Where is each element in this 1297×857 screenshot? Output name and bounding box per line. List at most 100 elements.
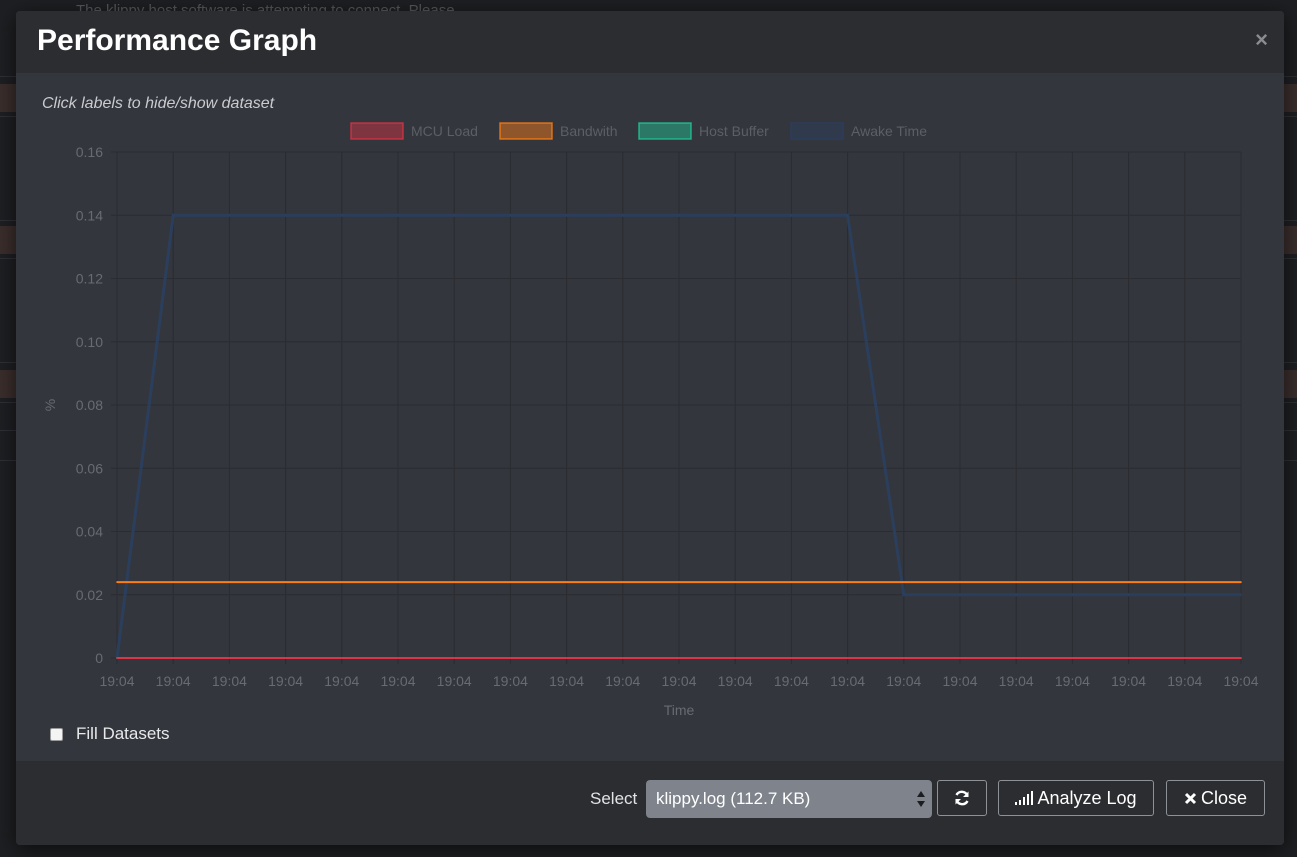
y-tick-label: 0.12	[76, 271, 103, 287]
data-point	[1240, 581, 1242, 583]
fill-datasets-toggle[interactable]: Fill Datasets	[50, 724, 170, 744]
x-tick-label: 19:04	[156, 673, 191, 689]
legend-label: Awake Time	[851, 123, 927, 139]
data-point	[734, 657, 736, 659]
data-point	[453, 214, 456, 217]
data-point	[1240, 593, 1242, 596]
data-point	[622, 657, 624, 659]
y-tick-label: 0.04	[76, 524, 103, 540]
data-point	[565, 214, 568, 217]
data-point	[678, 657, 680, 659]
data-point	[172, 214, 174, 217]
data-point	[678, 214, 680, 217]
x-tick-label: 19:04	[718, 673, 753, 689]
x-tick-label: 19:04	[549, 673, 584, 689]
y-tick-label: 0.16	[76, 144, 103, 160]
refresh-icon	[955, 790, 969, 806]
data-point	[565, 581, 568, 583]
data-point	[228, 214, 231, 217]
data-point	[341, 581, 343, 583]
x-tick-label: 19:04	[212, 673, 247, 689]
data-point	[397, 214, 399, 217]
data-point	[903, 657, 905, 659]
data-point	[1127, 657, 1130, 659]
data-point	[959, 581, 961, 583]
legend-swatch	[350, 122, 404, 140]
legend-swatch	[790, 122, 844, 140]
x-tick-label: 19:04	[437, 673, 472, 689]
data-point	[846, 214, 849, 217]
data-point	[846, 657, 849, 659]
x-tick-label: 19:04	[605, 673, 640, 689]
data-point	[903, 581, 905, 583]
close-button[interactable]: Close	[1166, 780, 1265, 816]
x-tick-label: 19:04	[268, 673, 303, 689]
x-tick-label: 19:04	[830, 673, 865, 689]
data-point	[397, 581, 399, 583]
data-point	[1184, 593, 1186, 596]
legend-label: Host Buffer	[699, 123, 769, 139]
x-tick-label: 19:04	[886, 673, 921, 689]
data-point	[1015, 657, 1017, 659]
legend-label: MCU Load	[411, 123, 478, 139]
data-point	[622, 581, 624, 583]
fill-datasets-checkbox[interactable]	[50, 727, 63, 741]
x-tick-label: 19:04	[942, 673, 977, 689]
data-point	[678, 581, 680, 583]
data-point	[509, 657, 512, 659]
log-select-label: Select	[590, 789, 638, 808]
x-tick-label: 19:04	[1111, 673, 1146, 689]
data-point	[734, 214, 736, 217]
x-tick-label: 19:04	[661, 673, 696, 689]
x-tick-label: 19:04	[774, 673, 809, 689]
data-point	[1184, 657, 1186, 659]
data-point	[509, 214, 512, 217]
data-point	[341, 657, 343, 659]
x-axis-title: Time	[664, 702, 695, 718]
select-arrows-icon	[917, 791, 925, 807]
legend-label: Bandwith	[560, 123, 618, 139]
data-point	[734, 581, 736, 583]
analyze-log-button[interactable]: Analyze Log	[998, 780, 1154, 816]
x-tick-label: 19:04	[99, 673, 134, 689]
close-button-label: Close	[1200, 787, 1248, 808]
y-tick-label: 0.06	[76, 460, 103, 476]
data-point	[1071, 657, 1074, 659]
x-tick-label: 19:04	[1167, 673, 1202, 689]
data-point	[453, 657, 456, 659]
data-point	[1015, 581, 1017, 583]
x-tick-label: 19:04	[999, 673, 1034, 689]
data-point	[622, 214, 624, 217]
x-tick-label: 19:04	[493, 673, 528, 689]
data-point	[1240, 657, 1242, 659]
y-axis-title: %	[42, 399, 58, 411]
modal-title: Performance Graph	[37, 24, 318, 57]
data-point	[790, 581, 793, 583]
data-point	[284, 214, 287, 217]
signal-bars-icon	[1015, 791, 1034, 805]
data-point	[959, 593, 961, 596]
data-point	[1071, 593, 1074, 596]
data-point	[116, 581, 118, 583]
refresh-button[interactable]	[937, 780, 987, 816]
data-point	[1127, 581, 1130, 583]
modal-header: Performance Graph ×	[16, 11, 1284, 73]
data-point	[284, 581, 287, 583]
data-point	[1071, 581, 1074, 583]
data-point	[790, 214, 793, 217]
legend-swatch	[499, 122, 553, 140]
y-tick-label: 0.14	[76, 207, 103, 223]
modal-footer: Select klippy.log (112.7 KB) Analyze Log…	[16, 761, 1284, 845]
log-file-select-value: klippy.log (112.7 KB)	[656, 789, 811, 808]
analyze-log-label: Analyze Log	[1037, 787, 1137, 808]
close-icon[interactable]: ×	[1255, 27, 1268, 53]
data-point	[228, 657, 231, 659]
x-tick-label: 19:04	[1055, 673, 1090, 689]
performance-chart: 0.16 0.14 0.12 0.10 0.08 0.06 0.04 0.02 0 19:04 19…	[42, 122, 1259, 718]
data-point	[453, 581, 456, 583]
data-point	[116, 657, 118, 659]
x-tick-label: 19:04	[380, 673, 415, 689]
x-tick-label: 19:04	[324, 673, 359, 689]
x-mark-icon	[1184, 792, 1197, 805]
log-file-select[interactable]: klippy.log (112.7 KB)	[646, 780, 932, 818]
